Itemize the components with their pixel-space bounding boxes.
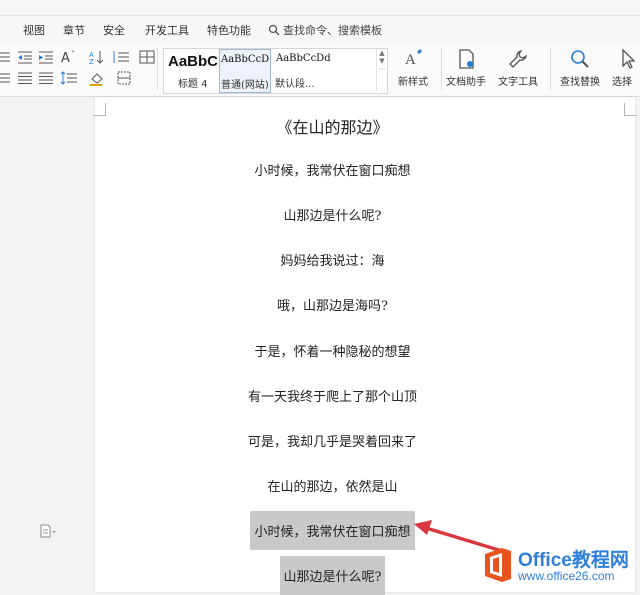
- select-button[interactable]: 选择: [608, 46, 640, 92]
- ribbon-separator: [441, 48, 442, 90]
- decrease-indent-icon[interactable]: [16, 49, 34, 65]
- cursor-arrow-icon: [622, 48, 636, 69]
- title-strip: [0, 0, 640, 16]
- new-style-label: 新样式: [398, 77, 428, 88]
- magnifier-icon: [571, 50, 589, 68]
- document-assistant-icon: [459, 49, 474, 69]
- watermark-title: Office教程网: [518, 550, 629, 571]
- paragraph-spacing-icon[interactable]: [60, 70, 78, 86]
- poem-title: 《在山的那边》: [276, 118, 389, 137]
- find-replace-label: 查找替换: [560, 77, 600, 88]
- increase-indent-icon[interactable]: [37, 49, 55, 65]
- poem-line: 有一天我终于爬上了那个山顶: [247, 390, 417, 405]
- align-justify-icon[interactable]: [16, 70, 34, 86]
- command-search-label: 查找命令、搜索模板: [283, 24, 382, 37]
- document-page[interactable]: 《在山的那边》 小时候，我常伏在窗口痴想 山那边是什么呢? 妈妈给我说过：海 哦…: [93, 97, 637, 595]
- select-label: 选择: [612, 77, 632, 88]
- style-gallery-scroll[interactable]: ▲ ▼ ⋯: [376, 49, 387, 91]
- tab-security[interactable]: 安全: [103, 22, 125, 38]
- poem-line: 小时候，我常伏在窗口痴想: [254, 164, 411, 179]
- style-normal-web[interactable]: AaBbCcD 普通(网站): [219, 49, 271, 93]
- search-icon: [268, 24, 280, 36]
- border-icon[interactable]: [116, 70, 134, 86]
- new-style-icon: A: [405, 49, 422, 68]
- svg-text:Z: Z: [89, 58, 94, 65]
- svg-text:A: A: [61, 51, 70, 65]
- shading-fill-icon[interactable]: [88, 70, 106, 86]
- watermark-url: www.office26.com: [518, 569, 615, 583]
- line-spacing-icon[interactable]: [112, 49, 130, 65]
- style-sample: AaBbCcDd: [276, 53, 331, 64]
- style-sample: AaBbCcD: [221, 54, 270, 65]
- office-logo-icon: [485, 548, 511, 582]
- svg-text:ˇ: ˇ: [71, 49, 75, 59]
- font-size-change-icon[interactable]: Aˇ: [60, 49, 78, 66]
- tab-view[interactable]: 视图: [23, 22, 45, 38]
- distributed-align-icon[interactable]: [37, 70, 55, 86]
- ribbon-toolbar: Aˇ AZ AaBbC 标题 4 AaBbCcD 普通(网站) AaBbCcDd…: [0, 44, 640, 97]
- poem-line: 妈妈给我说过：海: [280, 254, 385, 269]
- poem-line: 可是，我却几乎是哭着回来了: [247, 435, 417, 450]
- page-corner-mark: [624, 103, 637, 116]
- style-default-paragraph[interactable]: AaBbCcDd 默认段...: [272, 49, 372, 91]
- numbered-list-icon[interactable]: [0, 70, 12, 86]
- tab-special-features[interactable]: 特色功能: [207, 22, 251, 38]
- poem-line: 哦，山那边是海吗?: [277, 299, 388, 314]
- wrench-icon: [509, 50, 527, 68]
- style-sample: AaBbC: [168, 53, 219, 70]
- command-search[interactable]: 查找命令、搜索模板: [268, 22, 382, 38]
- ribbon-separator: [550, 48, 551, 90]
- text-tools-button[interactable]: 文字工具: [492, 46, 544, 92]
- style-heading-4[interactable]: AaBbC 标题 4: [164, 49, 218, 91]
- document-outline-icon[interactable]: [40, 524, 56, 538]
- poem-line: 于是，怀着一种隐秘的想望: [254, 345, 411, 360]
- new-style-button[interactable]: A 新样式: [388, 46, 438, 92]
- svg-text:A: A: [405, 52, 416, 68]
- sort-icon[interactable]: AZ: [88, 49, 106, 66]
- poem-line: 山那边是什么呢?: [283, 209, 382, 224]
- document-assistant-button[interactable]: 文档助手: [444, 46, 488, 92]
- tab-developer-tools[interactable]: 开发工具: [145, 22, 189, 38]
- document-assistant-label: 文档助手: [446, 77, 486, 88]
- style-caption: 普通(网站): [221, 80, 269, 91]
- watermark: Office教程网 www.office26.com: [478, 540, 640, 592]
- bullet-list-icon[interactable]: [0, 49, 12, 65]
- find-replace-button[interactable]: 查找替换: [554, 46, 606, 92]
- poem-line: 在山的那边，依然是山: [267, 480, 398, 495]
- style-caption: 标题 4: [178, 79, 208, 90]
- tab-chapter[interactable]: 章节: [63, 22, 85, 38]
- style-gallery: AaBbC 标题 4 AaBbCcD 普通(网站) AaBbCcDd 默认段..…: [163, 48, 388, 94]
- ribbon-tab-bar: 视图 章节 安全 开发工具 特色功能 查找命令、搜索模板: [0, 16, 640, 45]
- table-icon[interactable]: [138, 49, 156, 65]
- ribbon-separator: [157, 48, 158, 90]
- text-tools-label: 文字工具: [498, 77, 538, 88]
- style-caption: 默认段...: [275, 79, 315, 90]
